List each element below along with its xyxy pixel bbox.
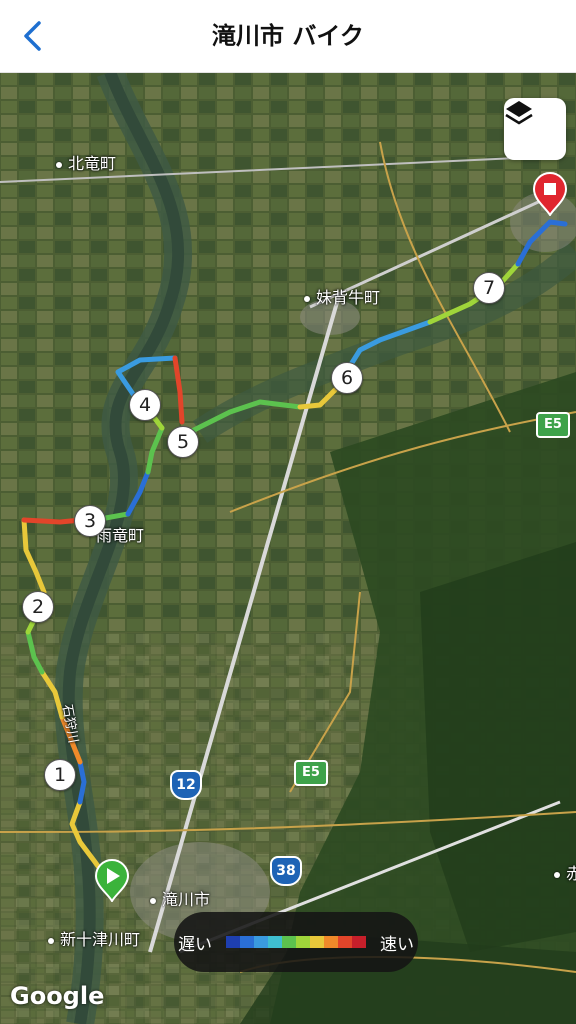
waypoint-marker[interactable]: 6 (331, 362, 363, 394)
map-layers-button[interactable] (504, 98, 566, 160)
speed-color-swatch (310, 936, 324, 948)
place-label: 新十津川町 (48, 926, 140, 950)
speed-color-swatch (254, 936, 268, 948)
top-bar: 滝川市 バイク (0, 0, 576, 73)
layers-icon (505, 101, 533, 125)
speed-color-swatch (226, 936, 240, 948)
expressway-e5-shield: E5 (294, 760, 328, 786)
place-label: 妹背牛町 (304, 284, 380, 308)
route-12-shield: 12 (170, 770, 202, 800)
waypoint-marker[interactable]: 7 (473, 272, 505, 304)
stop-icon (532, 172, 568, 216)
expressway-e5-shield: E5 (536, 412, 570, 438)
satellite-map[interactable]: 北竜町 妹背牛町 雨竜町 滝川市 新十津川町 石狩川 赤 1 2 3 4 5 6… (0, 72, 576, 1024)
legend-slow-label: 遅い (178, 934, 212, 955)
google-attribution: Google (10, 982, 105, 1010)
route-38-shield: 38 (270, 856, 302, 886)
play-icon (94, 859, 130, 902)
speed-color-scale (226, 936, 366, 948)
speed-color-swatch (268, 936, 282, 948)
place-label: 赤 (554, 860, 576, 884)
speed-color-swatch (240, 936, 254, 948)
speed-legend: 遅い 速い (174, 912, 418, 972)
place-label: 北竜町 (56, 150, 116, 174)
waypoint-marker[interactable]: 1 (44, 759, 76, 791)
waypoint-marker[interactable]: 4 (129, 389, 161, 421)
page-title: 滝川市 バイク (212, 22, 364, 50)
place-label: 滝川市 (150, 886, 210, 910)
waypoint-marker[interactable]: 2 (22, 591, 54, 623)
waypoint-marker[interactable]: 3 (74, 505, 106, 537)
speed-color-swatch (282, 936, 296, 948)
speed-color-swatch (296, 936, 310, 948)
legend-fast-label: 速い (380, 934, 414, 955)
speed-color-swatch (324, 936, 338, 948)
waypoint-marker[interactable]: 5 (167, 426, 199, 458)
speed-color-swatch (352, 936, 366, 948)
speed-color-swatch (338, 936, 352, 948)
